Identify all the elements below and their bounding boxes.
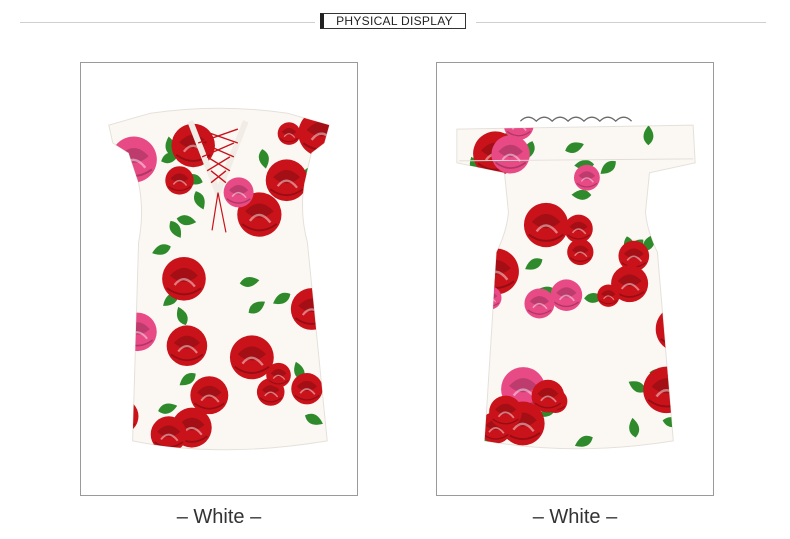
- color-caption-right: – White –: [532, 506, 618, 528]
- product-photo-front: [80, 62, 358, 496]
- rose-motif: [229, 335, 274, 380]
- rose-motif: [165, 166, 194, 195]
- rose-motif: [550, 279, 583, 312]
- leaf-motif: [113, 177, 130, 191]
- product-photo-ruffle: [436, 62, 714, 496]
- leaf-motif: [108, 421, 120, 434]
- rose-motif: [531, 379, 565, 413]
- floral-dress-front-image: [108, 107, 330, 451]
- rose-motif: [223, 177, 254, 208]
- rose-motif: [643, 366, 690, 414]
- rose-motif: [108, 179, 133, 213]
- rose-motif: [597, 284, 620, 307]
- rose-motif: [162, 256, 206, 301]
- rose-motif: [478, 286, 502, 310]
- header-divider-right: [476, 22, 766, 23]
- rose-motif: [489, 395, 523, 429]
- leaf-motif: [108, 440, 120, 450]
- rose-motif: [524, 288, 555, 319]
- header-divider-left: [20, 22, 315, 23]
- rose-motif: [111, 223, 136, 248]
- rose-motif: [166, 325, 208, 366]
- floral-dress-ruffle-image: [456, 116, 696, 450]
- ruffle-neckline: [519, 116, 633, 123]
- rose-motif: [298, 109, 330, 157]
- rose-motif: [290, 288, 330, 330]
- rose-motif: [523, 202, 569, 248]
- rose-motif: [564, 214, 593, 243]
- rose-motif: [265, 159, 308, 202]
- rose-motif: [277, 122, 301, 145]
- rose-motif: [573, 164, 600, 191]
- rose-motif: [190, 376, 229, 415]
- leaf-motif: [470, 353, 488, 366]
- section-title: PHYSICAL DISPLAY: [320, 13, 466, 29]
- rose-motif: [118, 312, 157, 352]
- rose-motif: [291, 373, 323, 405]
- rose-motif: [110, 136, 157, 183]
- rose-motif: [491, 135, 530, 174]
- color-caption-left: – White –: [176, 506, 262, 528]
